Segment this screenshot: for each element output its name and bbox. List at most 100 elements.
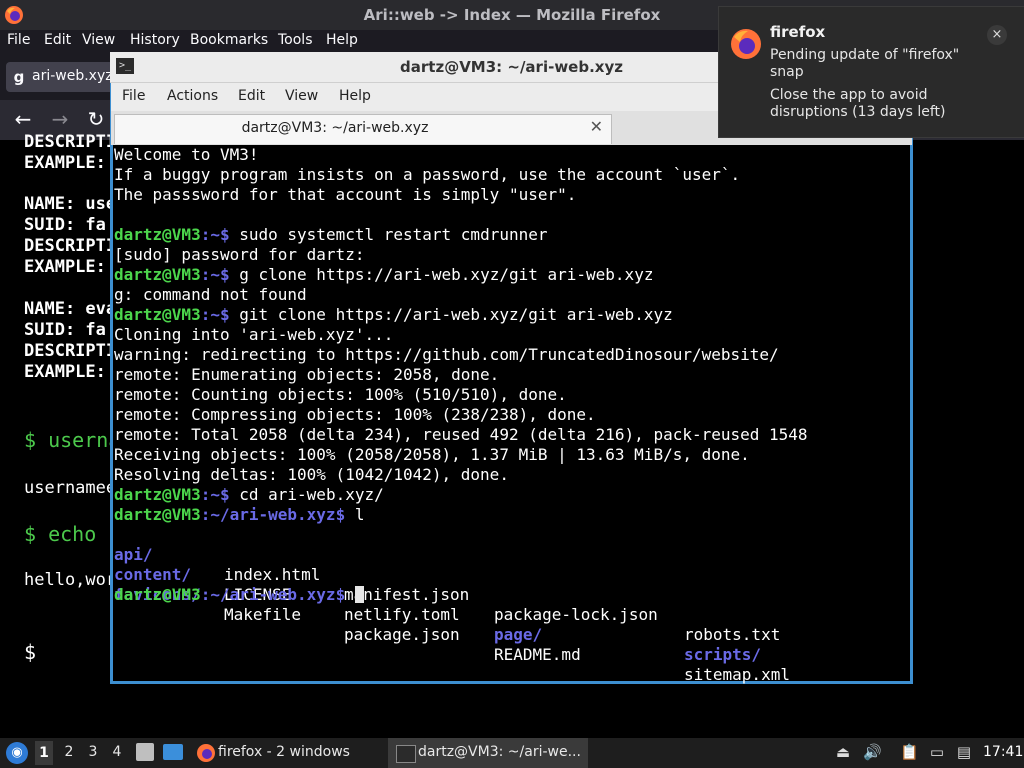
terminal-line: [sudo] password for dartz: (114, 245, 365, 264)
terminal-cursor (354, 586, 364, 603)
firefox-icon (731, 29, 761, 59)
firefox-icon (197, 744, 215, 762)
start-menu-icon[interactable]: ◉ (6, 742, 28, 764)
prompt-user: dartz@VM3 (114, 305, 201, 324)
back-arrow-icon[interactable]: ← (10, 106, 36, 132)
prompt-path: :~$ (200, 485, 230, 504)
site-favicon-icon: g (13, 68, 25, 86)
clipboard-icon[interactable]: 📋 (900, 743, 919, 761)
close-tab-icon[interactable]: ✕ (590, 117, 603, 136)
taskbar-task-label: dartz@VM3: ~/ari-we... (418, 744, 581, 760)
terminal-line: remote: Compressing objects: 100% (238/2… (114, 405, 596, 424)
content-line: $ userna (24, 428, 121, 452)
taskbar-task-firefox[interactable]: firefox - 2 windows (192, 738, 372, 768)
content-line: EXAMPLE: (24, 257, 106, 277)
reload-icon[interactable]: ↻ (83, 106, 109, 132)
terminal-line: Resolving deltas: 100% (1042/1042), done… (114, 465, 509, 484)
update-notification[interactable]: firefox Pending update of "firefox" snap… (718, 6, 1024, 138)
ff-menu-file[interactable]: File (7, 32, 30, 48)
terminal-line: remote: Counting objects: 100% (510/510)… (114, 385, 567, 404)
workspace-1[interactable]: 1 (35, 741, 53, 765)
workspace-3[interactable]: 3 (84, 744, 102, 760)
taskbar-task-label: firefox - 2 windows (218, 744, 350, 760)
clock[interactable]: 17:41 (983, 744, 1023, 760)
terminal-tab-label: dartz@VM3: ~/ari-web.xyz (241, 120, 429, 136)
ls-entry: package-lock.json (494, 605, 658, 624)
ls-entry: package.json (344, 625, 460, 644)
ff-tab-label: ari-web.xyz (32, 68, 113, 84)
ls-entry: index.html (224, 565, 321, 584)
content-line: NAME: eva (24, 299, 117, 319)
terminal-output[interactable]: Welcome to VM3! If a buggy program insis… (113, 145, 910, 684)
term-menu-edit[interactable]: Edit (238, 88, 265, 104)
ff-menu-tools[interactable]: Tools (278, 32, 313, 48)
terminal-prompt-line: dartz@VM3:~$ cd ari-web.xyz/ (114, 485, 384, 505)
ff-menu-view[interactable]: View (82, 32, 115, 48)
prompt-user: dartz@VM3 (114, 485, 201, 504)
show-desktop-icon[interactable] (163, 744, 183, 760)
terminal-prompt-line: dartz@VM3:~/ari-web.xyz$ (114, 585, 364, 605)
terminal-line: Receiving objects: 100% (2058/2058), 1.3… (114, 445, 750, 464)
eject-icon[interactable]: ⏏ (834, 743, 852, 761)
terminal-line: The passsword for that account is simply… (114, 185, 577, 204)
content-line: SUID: fa (24, 320, 106, 340)
prompt-command: g clone https://ari-web.xyz/git ari-web.… (229, 265, 654, 284)
close-icon[interactable]: × (987, 25, 1007, 45)
ls-entry: README.md (494, 645, 581, 664)
volume-icon[interactable]: 🔊 (863, 743, 882, 761)
file-manager-icon[interactable] (136, 743, 154, 761)
prompt-path: :~$ (200, 265, 230, 284)
workspace-2[interactable]: 2 (60, 744, 78, 760)
ls-row: favicons/ Makefile package.json README.m… (114, 565, 790, 684)
ls-entry: sitemap.xml (684, 665, 790, 684)
notification-body: Close the app to avoid disruptions (13 d… (770, 87, 946, 120)
content-line: usernamee (24, 478, 117, 498)
ff-menu-help[interactable]: Help (326, 32, 358, 48)
taskbar-task-terminal[interactable]: dartz@VM3: ~/ari-we... (388, 738, 588, 768)
terminal-line: remote: Enumerating objects: 2058, done. (114, 365, 500, 384)
ff-tab-ari-web[interactable]: g ari-web.xyz (6, 62, 116, 92)
ls-row: api/ index.html manifest.json package-lo… (114, 525, 780, 644)
term-menu-help[interactable]: Help (339, 88, 371, 104)
terminal-tab[interactable]: dartz@VM3: ~/ari-web.xyz ✕ (114, 114, 612, 144)
ls-entry: robots.txt (684, 625, 781, 644)
prompt-user: dartz@VM3 (114, 265, 201, 284)
terminal-line: g: command not found (114, 285, 307, 304)
content-line: $ (24, 640, 37, 664)
content-line: DESCRIPTI (24, 341, 117, 361)
terminal-line: warning: redirecting to https://github.c… (114, 345, 779, 364)
prompt-command: git clone https://ari-web.xyz/git ari-we… (229, 305, 673, 324)
term-menu-file[interactable]: File (122, 88, 145, 104)
terminal-prompt-line: dartz@VM3:~$ sudo systemctl restart cmdr… (114, 225, 548, 245)
term-menu-actions[interactable]: Actions (167, 88, 218, 104)
ff-menu-history[interactable]: History (130, 32, 180, 48)
prompt-user: dartz@VM3 (114, 585, 201, 604)
notification-app-name: firefox (770, 23, 826, 41)
prompt-user: dartz@VM3 (114, 225, 201, 244)
ls-entry: Makefile (224, 605, 302, 624)
ff-menu-bookmarks[interactable]: Bookmarks (190, 32, 268, 48)
prompt-command: l (345, 505, 365, 524)
prompt-command: sudo systemctl restart cmdrunner (229, 225, 548, 244)
terminal-line: If a buggy program insists on a password… (114, 165, 741, 184)
terminal-line: Cloning into 'ari-web.xyz'... (114, 325, 394, 344)
prompt-path: :~/ari-web.xyz$ (200, 505, 346, 524)
forward-arrow-icon[interactable]: → (47, 106, 73, 132)
ls-entry: netlify.toml (344, 605, 460, 624)
network-icon[interactable]: ▤ (955, 743, 973, 761)
taskbar: ◉ 1 2 3 4 firefox - 2 windows dartz@VM3:… (0, 738, 1024, 768)
content-line: EXAMPLE: (24, 362, 106, 382)
prompt-path: :~/ari-web.xyz$ (200, 585, 346, 604)
terminal-icon (396, 745, 416, 763)
terminal-prompt-line: dartz@VM3:~$ git clone https://ari-web.x… (114, 305, 673, 325)
monitor-icon[interactable]: ▭ (928, 743, 946, 761)
ff-menu-edit[interactable]: Edit (44, 32, 71, 48)
prompt-command: cd ari-web.xyz/ (229, 485, 384, 504)
prompt-path: :~$ (200, 305, 230, 324)
prompt-user: dartz@VM3 (114, 505, 201, 524)
content-line: SUID: fa (24, 215, 106, 235)
terminal-line: Welcome to VM3! (114, 145, 259, 164)
workspace-4[interactable]: 4 (108, 744, 126, 760)
term-menu-view[interactable]: View (285, 88, 318, 104)
content-line: DESCRIPTI (24, 132, 117, 152)
